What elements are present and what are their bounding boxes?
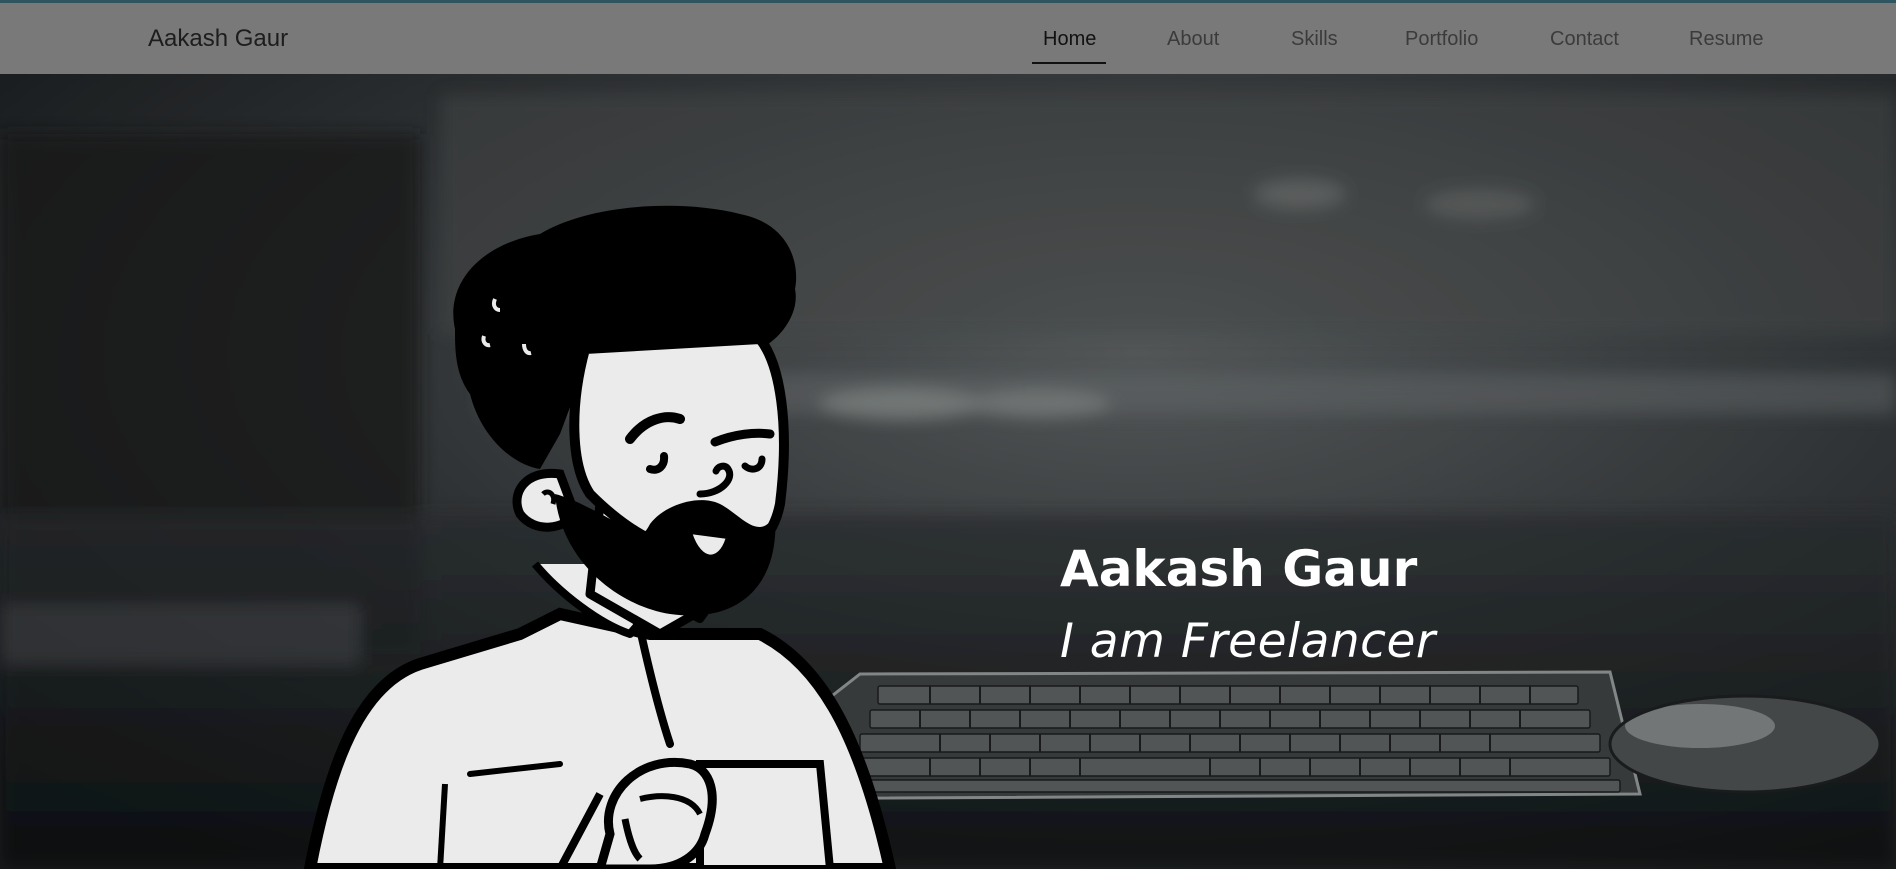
nav-link-about[interactable]: About (1167, 28, 1219, 51)
nav-link-contact[interactable]: Contact (1550, 28, 1619, 51)
top-navbar: Aakash Gaur Home About Skills Portfolio … (0, 3, 1896, 74)
nav-link-portfolio[interactable]: Portfolio (1405, 28, 1478, 51)
hero-section: Aakash Gaur I am Freelancer (0, 74, 1896, 869)
nav-link-resume[interactable]: Resume (1689, 28, 1763, 51)
hero-tagline: I am Freelancer (1060, 614, 1436, 669)
active-nav-indicator (1032, 62, 1106, 64)
nav-link-home[interactable]: Home (1043, 28, 1096, 51)
brand-logo-text[interactable]: Aakash Gaur (148, 25, 288, 53)
hero-background-image (0, 74, 1896, 869)
hero-name: Aakash Gaur (1060, 540, 1418, 598)
nav-link-skills[interactable]: Skills (1291, 28, 1338, 51)
